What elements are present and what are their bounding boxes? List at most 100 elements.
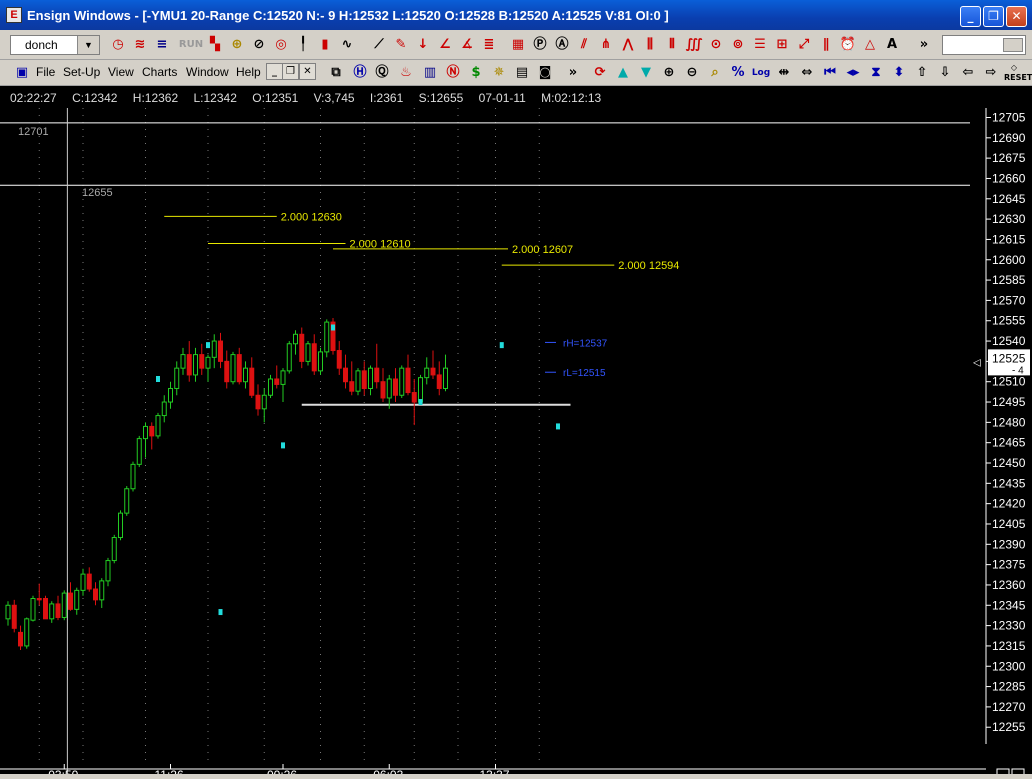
toolbar-more-icon[interactable]: » — [914, 35, 934, 55]
candle-body[interactable] — [49, 603, 55, 620]
zigzag-icon[interactable]: ⋀ — [618, 35, 638, 55]
candle-body[interactable] — [218, 340, 223, 362]
arrow-down-outline-icon[interactable]: ⇩ — [935, 63, 955, 83]
candle-body[interactable] — [230, 354, 236, 383]
candle-body[interactable] — [30, 598, 36, 621]
candle-body[interactable] — [118, 512, 123, 539]
candle-body[interactable] — [349, 381, 355, 392]
menu-help[interactable]: Help — [236, 65, 261, 79]
candle-body[interactable] — [124, 488, 130, 514]
bar-chart-icon[interactable]: ▥ — [420, 63, 440, 83]
zoom-fit-icon[interactable]: ⌕ — [705, 63, 725, 83]
candle-body[interactable] — [293, 333, 298, 345]
camera-icon[interactable]: ◙ — [535, 63, 555, 83]
toolbar2-more-icon[interactable]: » — [563, 63, 583, 83]
arrow-left-icon[interactable]: ⇦ — [958, 63, 978, 83]
candle-body[interactable] — [36, 598, 42, 601]
channel-icon[interactable]: ⫽ — [574, 35, 594, 55]
candle-body[interactable] — [361, 370, 367, 389]
candle-body[interactable] — [436, 374, 442, 389]
child-close-button[interactable]: ✕ — [299, 63, 316, 80]
candlestick-chart[interactable]: 12705 12690 12675 12660 12645 12630 12615 12600… — [0, 86, 1032, 779]
unlock-icon[interactable]: ⊘ — [249, 35, 269, 55]
pencil-icon[interactable]: ✎ — [391, 35, 411, 55]
candle-body[interactable] — [318, 351, 323, 372]
candle-body[interactable] — [355, 370, 361, 392]
chart-template-combo[interactable]: donch ▼ — [10, 35, 100, 55]
levels-icon[interactable]: ☰ — [750, 35, 770, 55]
cursor-line-icon[interactable]: ╿ — [293, 35, 313, 55]
candle-body[interactable] — [161, 401, 167, 417]
quote-icon[interactable]: Ⓠ — [372, 63, 392, 83]
time-lines-icon[interactable]: ⦀ — [662, 35, 682, 55]
table-icon[interactable]: ▤ — [512, 63, 532, 83]
zoom-out-icon[interactable]: ⊖ — [682, 63, 702, 83]
up-down-icon[interactable]: ⬍ — [889, 63, 909, 83]
candle-body[interactable] — [143, 425, 148, 440]
candle-body[interactable] — [105, 560, 111, 582]
candle-body[interactable] — [443, 367, 448, 389]
candle-body[interactable] — [43, 598, 48, 620]
candle-body[interactable] — [180, 354, 186, 369]
candle-body[interactable] — [11, 604, 17, 629]
candle-body[interactable] — [149, 425, 155, 437]
candle-body[interactable] — [386, 378, 392, 399]
candle-body[interactable] — [311, 343, 317, 372]
h-chart-icon[interactable]: Ⓗ — [350, 63, 370, 83]
candle-body[interactable] — [186, 354, 192, 376]
grid-icon[interactable]: ▦ — [508, 35, 528, 55]
fib-retrace-icon[interactable]: ≣ — [479, 35, 499, 55]
arrow-up-icon[interactable]: ⇧ — [912, 63, 932, 83]
wave-icon[interactable]: ≋ — [130, 35, 150, 55]
candle-body[interactable] — [236, 354, 242, 383]
line-chart-icon[interactable]: ∿ — [337, 35, 357, 55]
candle-body[interactable] — [211, 340, 217, 358]
triangle-icon[interactable]: △ — [860, 35, 880, 55]
menu-file[interactable]: File — [36, 65, 55, 79]
pitchfork-icon[interactable]: ⋔ — [596, 35, 616, 55]
cycle-lines-icon[interactable]: ⫼ — [640, 35, 660, 55]
child-restore-button[interactable]: ❐ — [282, 63, 299, 80]
candle-body[interactable] — [274, 378, 280, 385]
star-icon[interactable]: ✵ — [489, 63, 509, 83]
scroll-both-icon[interactable]: ◂▸ — [843, 63, 863, 83]
compress-icon[interactable]: ⇹ — [774, 63, 794, 83]
run-icon[interactable]: RUN — [178, 35, 204, 55]
candle-body[interactable] — [130, 463, 136, 490]
a-icon[interactable]: Ⓐ — [552, 35, 572, 55]
parallel-icon[interactable]: ∥ — [816, 35, 836, 55]
candle-body[interactable] — [93, 588, 98, 601]
child-minimize-button[interactable]: _ — [266, 63, 283, 80]
candle-body[interactable] — [299, 333, 305, 362]
candle-body[interactable] — [193, 354, 198, 376]
candle-body[interactable] — [111, 537, 117, 562]
candle-body[interactable] — [18, 631, 23, 647]
menu-charts[interactable]: Charts — [142, 65, 177, 79]
candle-body[interactable] — [405, 367, 411, 394]
zoom-slider[interactable] — [942, 35, 1026, 55]
grid-toggle-icon[interactable] — [996, 768, 1010, 779]
candle-body[interactable] — [399, 367, 405, 396]
log-scale-icon[interactable]: Log — [751, 63, 771, 83]
candle-body[interactable] — [268, 378, 273, 396]
candle-body[interactable] — [243, 367, 248, 383]
menu-window[interactable]: Window — [186, 65, 229, 79]
candle-body[interactable] — [324, 321, 330, 353]
p-icon[interactable]: Ⓟ — [530, 35, 550, 55]
candle-body[interactable] — [99, 580, 105, 601]
chart-window-icon[interactable]: ⧉ — [326, 63, 346, 83]
circle-icon[interactable]: ⊙ — [706, 35, 726, 55]
triangle-up-icon[interactable]: ▲ — [613, 63, 633, 83]
candle-body[interactable] — [380, 381, 386, 399]
triangle-down-icon[interactable]: ▼ — [636, 63, 656, 83]
expand-icon[interactable]: ⇔ — [797, 63, 817, 83]
lock-icon[interactable]: ⊕ — [227, 35, 247, 55]
candle-body[interactable] — [411, 392, 417, 403]
candle-body[interactable] — [68, 592, 73, 610]
candle-body[interactable] — [224, 360, 230, 383]
candle-body[interactable] — [368, 367, 373, 389]
menu-view[interactable]: View — [108, 65, 134, 79]
candle-body[interactable] — [374, 367, 380, 383]
candle-body[interactable] — [393, 378, 398, 396]
arrow-right-icon[interactable]: ⇨ — [981, 63, 1001, 83]
